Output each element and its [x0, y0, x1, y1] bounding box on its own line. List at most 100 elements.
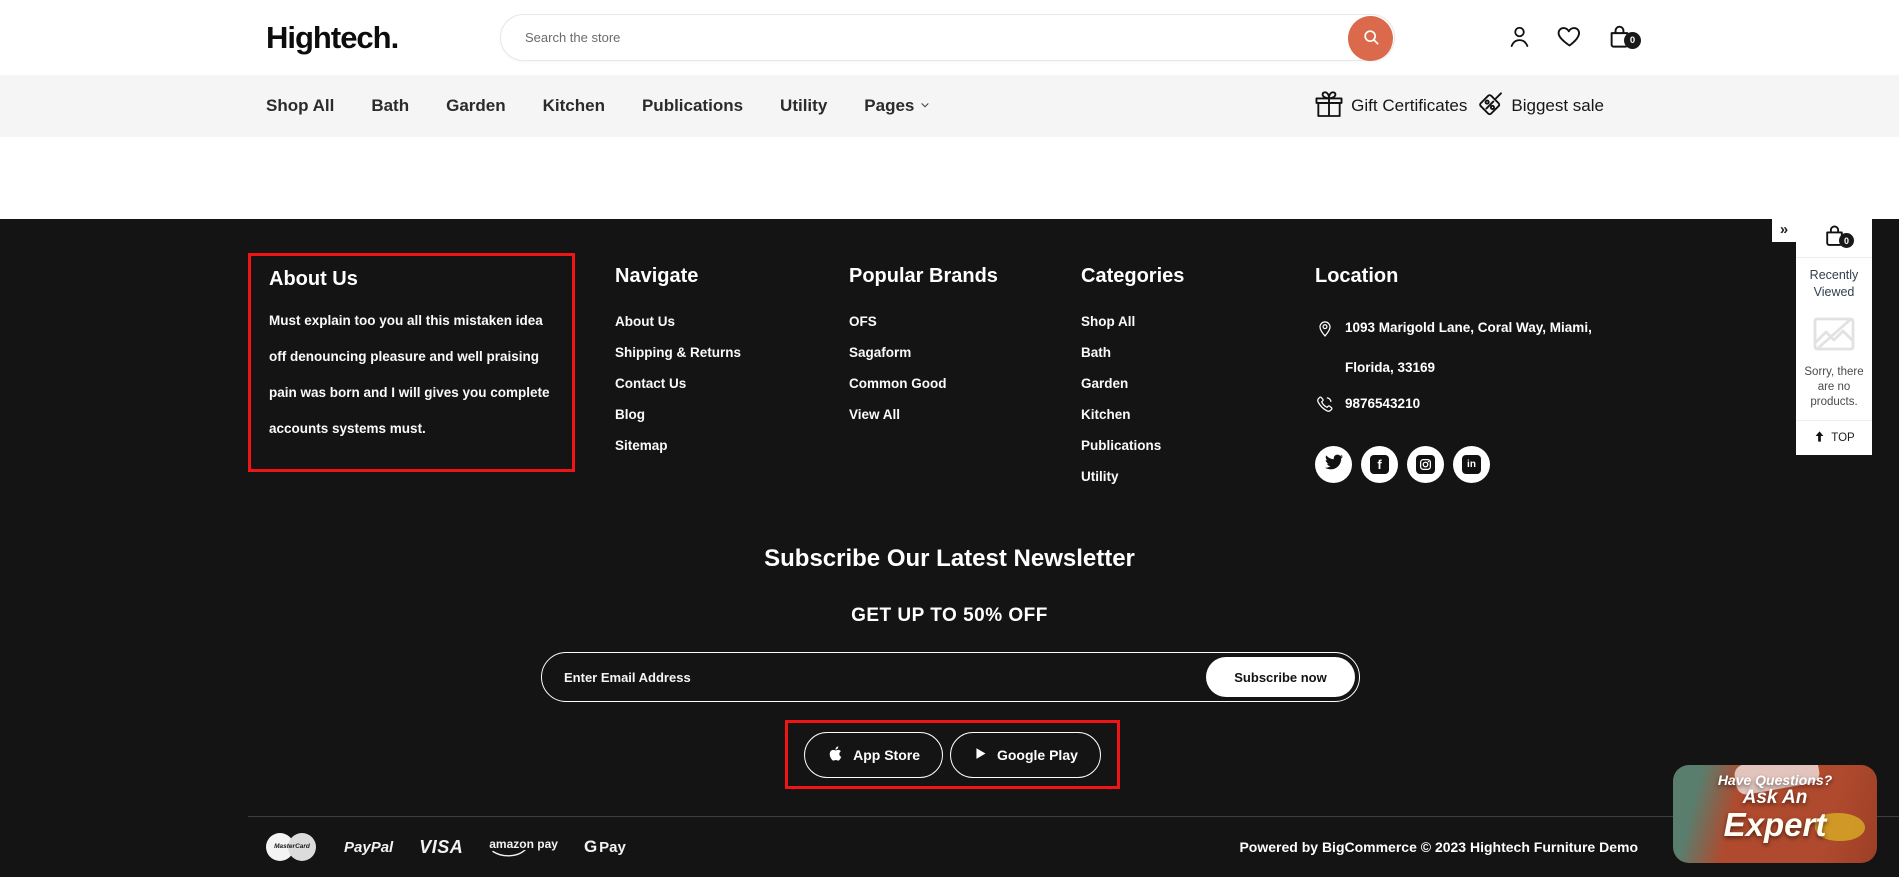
footer-brands-section: Popular Brands OFS Sagaform Common Good …: [849, 219, 1081, 500]
ask-expert-widget[interactable]: Have Questions? Ask An Expert: [1673, 765, 1877, 863]
gift-certificates-label: Gift Certificates: [1351, 96, 1467, 116]
gpay-icon[interactable]: GPay: [584, 837, 626, 857]
copyright-text: Powered by BigCommerce © 2023 Hightech F…: [1239, 839, 1638, 855]
amazon-pay-icon[interactable]: amazon pay: [489, 837, 558, 857]
nav-item-kitchen[interactable]: Kitchen: [543, 96, 605, 116]
cart-count-badge: 0: [1624, 32, 1641, 49]
linkedin-icon: in: [1462, 455, 1481, 474]
list-item: Kitchen: [1081, 407, 1315, 422]
nav-pages-label: Pages: [864, 96, 914, 116]
twitter-link[interactable]: [1315, 446, 1352, 483]
image-placeholder-icon: [1809, 312, 1859, 361]
category-link-garden[interactable]: Garden: [1081, 376, 1128, 391]
search-bar: [500, 14, 1395, 61]
main-nav: Shop All Bath Garden Kitchen Publication…: [0, 75, 1899, 137]
app-buttons-section: App Store Google Play: [785, 720, 1120, 789]
no-products-message: Sorry, there are no products.: [1796, 365, 1872, 410]
nav-item-bath[interactable]: Bath: [371, 96, 409, 116]
biggest-sale-link[interactable]: Biggest sale: [1473, 88, 1604, 125]
chat-line3: Expert: [1673, 808, 1877, 841]
brand-link-view-all[interactable]: View All: [849, 407, 900, 422]
mastercard-icon[interactable]: MasterCard: [266, 832, 318, 862]
recently-viewed-label: Recently Viewed: [1796, 267, 1872, 301]
category-link-publications[interactable]: Publications: [1081, 438, 1161, 453]
app-store-label: App Store: [853, 747, 920, 763]
search-button[interactable]: [1348, 16, 1393, 61]
app-store-button[interactable]: App Store: [804, 732, 943, 778]
google-play-button[interactable]: Google Play: [950, 732, 1101, 778]
scroll-to-top-button[interactable]: TOP: [1796, 420, 1872, 455]
footer-link-blog[interactable]: Blog: [615, 407, 645, 422]
linkedin-link[interactable]: in: [1453, 446, 1490, 483]
search-input[interactable]: [501, 15, 1394, 60]
social-links: f in: [1315, 446, 1592, 483]
nav-item-publications[interactable]: Publications: [642, 96, 743, 116]
content-area-empty: [0, 137, 1899, 219]
list-item: Sitemap: [615, 438, 849, 453]
panel-collapse-button[interactable]: »: [1772, 218, 1796, 242]
header-icons: 0: [1504, 0, 1634, 75]
brands-title: Popular Brands: [849, 265, 1081, 288]
facebook-link[interactable]: f: [1361, 446, 1398, 483]
panel-cart-count-badge: 0: [1839, 233, 1854, 248]
category-link-kitchen[interactable]: Kitchen: [1081, 407, 1131, 422]
ask-expert-text: Have Questions? Ask An Expert: [1673, 765, 1877, 841]
footer-link-sitemap[interactable]: Sitemap: [615, 438, 668, 453]
store-logo[interactable]: Hightech.: [266, 20, 398, 56]
list-item: Publications: [1081, 438, 1315, 453]
phone-link[interactable]: 9876543210: [1345, 390, 1420, 424]
nav-item-shop-all[interactable]: Shop All: [266, 96, 334, 116]
subscribe-button[interactable]: Subscribe now: [1206, 657, 1355, 697]
newsletter-offer: GET UP TO 50% OFF: [0, 605, 1899, 627]
paypal-icon[interactable]: PayPal: [344, 839, 393, 856]
list-item: About Us: [615, 314, 849, 329]
footer-link-about-us[interactable]: About Us: [615, 314, 675, 329]
category-link-shop-all[interactable]: Shop All: [1081, 314, 1135, 329]
instagram-link[interactable]: [1407, 446, 1444, 483]
category-link-utility[interactable]: Utility: [1081, 469, 1119, 484]
account-button[interactable]: [1504, 23, 1534, 53]
nav-item-garden[interactable]: Garden: [446, 96, 506, 116]
footer-location-section: Location 1093 Marigold Lane, Coral Way, …: [1315, 219, 1592, 500]
list-item: Common Good: [849, 376, 1081, 391]
wishlist-button[interactable]: [1554, 23, 1584, 53]
address-line1: 1093 Marigold Lane, Coral Way, Miami,: [1345, 314, 1592, 348]
nav-item-utility[interactable]: Utility: [780, 96, 827, 116]
about-text: Must explain too you all this mistaken i…: [269, 303, 554, 447]
chat-line1: Have Questions?: [1673, 772, 1877, 788]
brand-link-sagaform[interactable]: Sagaform: [849, 345, 911, 360]
heart-icon: [1556, 23, 1583, 53]
nav-item-pages[interactable]: Pages: [864, 96, 931, 116]
category-link-bath[interactable]: Bath: [1081, 345, 1111, 360]
navigate-title: Navigate: [615, 265, 849, 288]
newsletter-form: Subscribe now: [541, 652, 1360, 702]
biggest-sale-label: Biggest sale: [1511, 96, 1604, 116]
footer-categories-section: Categories Shop All Bath Garden Kitchen …: [1081, 219, 1315, 500]
brand-link-ofs[interactable]: OFS: [849, 314, 877, 329]
cart-button[interactable]: 0: [1604, 23, 1634, 53]
visa-icon[interactable]: VISA: [419, 837, 463, 858]
apple-icon: [827, 744, 844, 766]
footer-link-contact-us[interactable]: Contact Us: [615, 376, 686, 391]
payment-methods: MasterCard PayPal VISA amazon pay GPay: [266, 832, 626, 862]
brand-link-common-good[interactable]: Common Good: [849, 376, 947, 391]
gift-certificates-link[interactable]: Gift Certificates: [1313, 88, 1467, 125]
about-title: About Us: [269, 268, 554, 291]
footer-about-section: About Us Must explain too you all this m…: [248, 253, 575, 472]
panel-cart-button[interactable]: 0: [1796, 218, 1872, 258]
footer-link-shipping-returns[interactable]: Shipping & Returns: [615, 345, 741, 360]
twitter-icon: [1325, 453, 1343, 476]
recently-viewed-panel: 0 Recently Viewed Sorry, there are no pr…: [1796, 218, 1872, 455]
facebook-icon: f: [1370, 455, 1389, 474]
list-item: Blog: [615, 407, 849, 422]
footer-columns: About Us Must explain too you all this m…: [0, 219, 1899, 500]
location-title: Location: [1315, 265, 1592, 288]
list-item: Shipping & Returns: [615, 345, 849, 360]
site-header: Hightech.: [0, 0, 1899, 75]
instagram-icon: [1416, 455, 1435, 474]
phone-icon: [1315, 390, 1335, 424]
list-item: Shop All: [1081, 314, 1315, 329]
chevron-down-icon: [919, 96, 931, 116]
footer-navigate-section: Navigate About Us Shipping & Returns Con…: [615, 219, 849, 500]
chat-line2: Ask An: [1673, 788, 1877, 808]
